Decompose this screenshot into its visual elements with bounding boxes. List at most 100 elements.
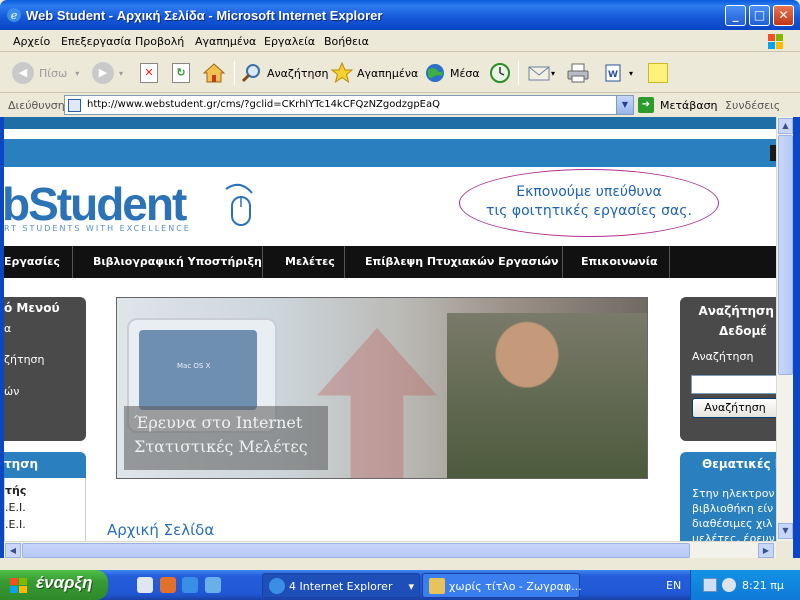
hero-caption-line-1: Έρευνα στο Internet xyxy=(134,413,303,432)
search-button[interactable]: Αναζήτηση xyxy=(240,61,328,85)
vertical-scroll-thumb[interactable] xyxy=(778,135,793,375)
main-menu-item[interactable]: ζήτηση xyxy=(4,353,45,366)
start-button[interactable]: έναρξη xyxy=(0,570,108,600)
main-menu-item[interactable]: ών xyxy=(4,385,19,398)
menu-view[interactable]: Προβολή xyxy=(135,35,184,48)
media-globe-icon xyxy=(426,64,444,82)
clock[interactable]: 8:21 πμ xyxy=(742,579,784,592)
scroll-down-icon[interactable]: ▼ xyxy=(778,523,793,539)
stop-button[interactable]: ✕ xyxy=(140,61,158,85)
nav-separator xyxy=(669,246,670,278)
menu-bar: Αρχείο Επεξεργασία Προβολή Αγαπημένα Εργ… xyxy=(0,30,800,52)
task-internet-explorer[interactable]: 4 Internet Explorer ▾ xyxy=(262,573,420,598)
scroll-up-icon[interactable]: ▲ xyxy=(778,118,793,134)
nav-separator xyxy=(72,246,73,278)
scroll-left-icon[interactable]: ◀ xyxy=(5,543,21,558)
horizontal-scroll-thumb[interactable] xyxy=(22,543,690,558)
menu-favorites[interactable]: Αγαπημένα xyxy=(195,35,256,48)
left-panel-2-item[interactable]: .Ε.Ι. xyxy=(5,501,26,514)
slogan-line-1: Εκπονούμε υπεύθυνα xyxy=(516,184,662,200)
search-input[interactable] xyxy=(691,375,776,394)
maximize-button[interactable]: □ xyxy=(749,5,770,26)
browser-viewport: bStudent RT STUDENTS WITH EXCELLENCE Εκπ… xyxy=(4,117,776,541)
print-button[interactable] xyxy=(566,61,590,85)
search-label: Αναζήτηση xyxy=(267,66,329,80)
windows-flag-icon xyxy=(10,578,27,593)
volume-icon[interactable] xyxy=(722,578,736,592)
address-input[interactable]: http://www.webstudent.gr/cms/?gclid=CKrh… xyxy=(64,95,634,115)
chevron-down-icon: ▾ xyxy=(75,68,80,78)
refresh-button[interactable]: ↻ xyxy=(172,61,190,85)
outlook-express-icon[interactable] xyxy=(205,577,221,593)
window-title: Web Student - Αρχική Σελίδα - Microsoft … xyxy=(26,8,383,23)
close-button[interactable]: ✕ xyxy=(773,5,794,26)
topics-panel: Στην ηλεκτρον βιβλιοθήκη είν διαθέσιμες … xyxy=(680,478,776,541)
word-document-icon: W xyxy=(605,64,621,82)
menu-help[interactable]: Βοήθεια xyxy=(324,35,369,48)
task-label: 4 Internet Explorer xyxy=(289,580,393,593)
site-logo[interactable]: bStudent xyxy=(4,177,187,231)
history-button[interactable] xyxy=(488,61,512,85)
search-submit-button[interactable]: Αναζήτηση xyxy=(692,398,776,418)
forward-button[interactable]: ▶ ▾ xyxy=(92,61,123,85)
chevron-down-icon: ▾ xyxy=(629,68,634,78)
nav-item-assignments[interactable]: Εργασίες xyxy=(4,255,60,268)
forward-arrow-icon: ▶ xyxy=(92,62,114,84)
language-indicator[interactable]: EN xyxy=(666,579,681,592)
nav-separator xyxy=(344,246,345,278)
notes-button[interactable] xyxy=(648,61,668,85)
favorites-button[interactable]: Αγαπημένα xyxy=(330,61,418,85)
back-button[interactable]: ◀ Πίσω ▾ xyxy=(12,61,79,85)
nav-item-contact[interactable]: Επικοινωνία xyxy=(581,255,658,268)
window-titlebar[interactable]: e Web Student - Αρχική Σελίδα - Microsof… xyxy=(0,0,800,30)
menu-edit[interactable]: Επεξεργασία xyxy=(61,35,131,48)
media-button[interactable]: Μέσα xyxy=(423,61,480,85)
main-menu-heading: ό Μενού xyxy=(4,301,60,315)
site-tagline: RT STUDENTS WITH EXCELLENCE xyxy=(4,224,191,233)
nav-item-thesis-supervision[interactable]: Επίβλεψη Πτυχιακών Εργασιών xyxy=(365,255,559,268)
mail-button[interactable]: ▾ xyxy=(527,61,555,85)
home-button[interactable] xyxy=(202,61,226,85)
topics-panel-line: Στην ηλεκτρον xyxy=(692,487,775,500)
header-strip-blue xyxy=(4,139,776,167)
scroll-right-icon[interactable]: ▶ xyxy=(758,543,774,558)
home-icon xyxy=(202,63,226,83)
internet-explorer-icon: e xyxy=(7,8,21,22)
network-icon[interactable] xyxy=(703,578,717,592)
refresh-icon: ↻ xyxy=(172,63,190,83)
media-player-icon[interactable] xyxy=(160,577,176,593)
search-panel: Αναζήτηση σ Δεδομέ Αναζήτηση Αναζήτηση xyxy=(680,297,776,441)
nav-separator xyxy=(262,246,263,278)
search-panel-heading: Αναζήτηση σ Δεδομέ xyxy=(698,301,776,341)
header-strip-top xyxy=(4,117,776,129)
nav-item-bibliography[interactable]: Βιβλιογραφική Υποστήριξη xyxy=(93,255,262,268)
search-label: Αναζήτηση xyxy=(692,350,754,363)
hero-caption-line-2: Στατιστικές Μελέτες xyxy=(134,437,308,456)
slogan-line-2: τις φοιτητικές εργασίες σας. xyxy=(486,203,692,219)
address-label: Διεύθυνση xyxy=(8,99,65,112)
minimize-button[interactable]: _ xyxy=(725,5,746,26)
history-clock-icon xyxy=(490,63,510,83)
edit-word-button[interactable]: W ▾ xyxy=(603,61,633,85)
topics-panel-line: μελέτες, έρευν xyxy=(692,532,775,541)
links-toolbar[interactable]: Συνδέσεις xyxy=(725,99,780,112)
search-panel-heading-line-1: Αναζήτηση σ xyxy=(698,304,776,318)
address-dropdown-icon[interactable]: ▼ xyxy=(616,96,633,114)
menu-tools[interactable]: Εργαλεία xyxy=(264,35,315,48)
main-menu-panel: ό Μενού α ζήτηση ών xyxy=(4,297,86,441)
vertical-scrollbar[interactable]: ▲ ▼ xyxy=(776,117,793,541)
left-panel-2-item[interactable]: .Ε.Ι. xyxy=(5,518,26,531)
sticky-note-icon xyxy=(648,63,668,83)
menu-file[interactable]: Αρχείο xyxy=(13,35,50,48)
internet-explorer-quicklaunch-icon[interactable] xyxy=(182,577,198,593)
left-panel-2-item[interactable]: τής xyxy=(5,484,26,497)
go-button[interactable]: ➜ Μετάβαση xyxy=(638,96,718,114)
go-arrow-icon: ➜ xyxy=(638,97,654,113)
nav-item-studies[interactable]: Μελέτες xyxy=(285,255,335,268)
start-label: έναρξη xyxy=(36,573,93,592)
favorites-label: Αγαπημένα xyxy=(357,66,419,80)
main-menu-item[interactable]: α xyxy=(4,322,11,335)
show-desktop-icon[interactable] xyxy=(137,577,153,593)
task-paint[interactable]: χωρίς τίτλο - Ζωγραφ... xyxy=(422,573,582,598)
horizontal-scrollbar[interactable]: ◀ ▶ xyxy=(4,541,776,558)
